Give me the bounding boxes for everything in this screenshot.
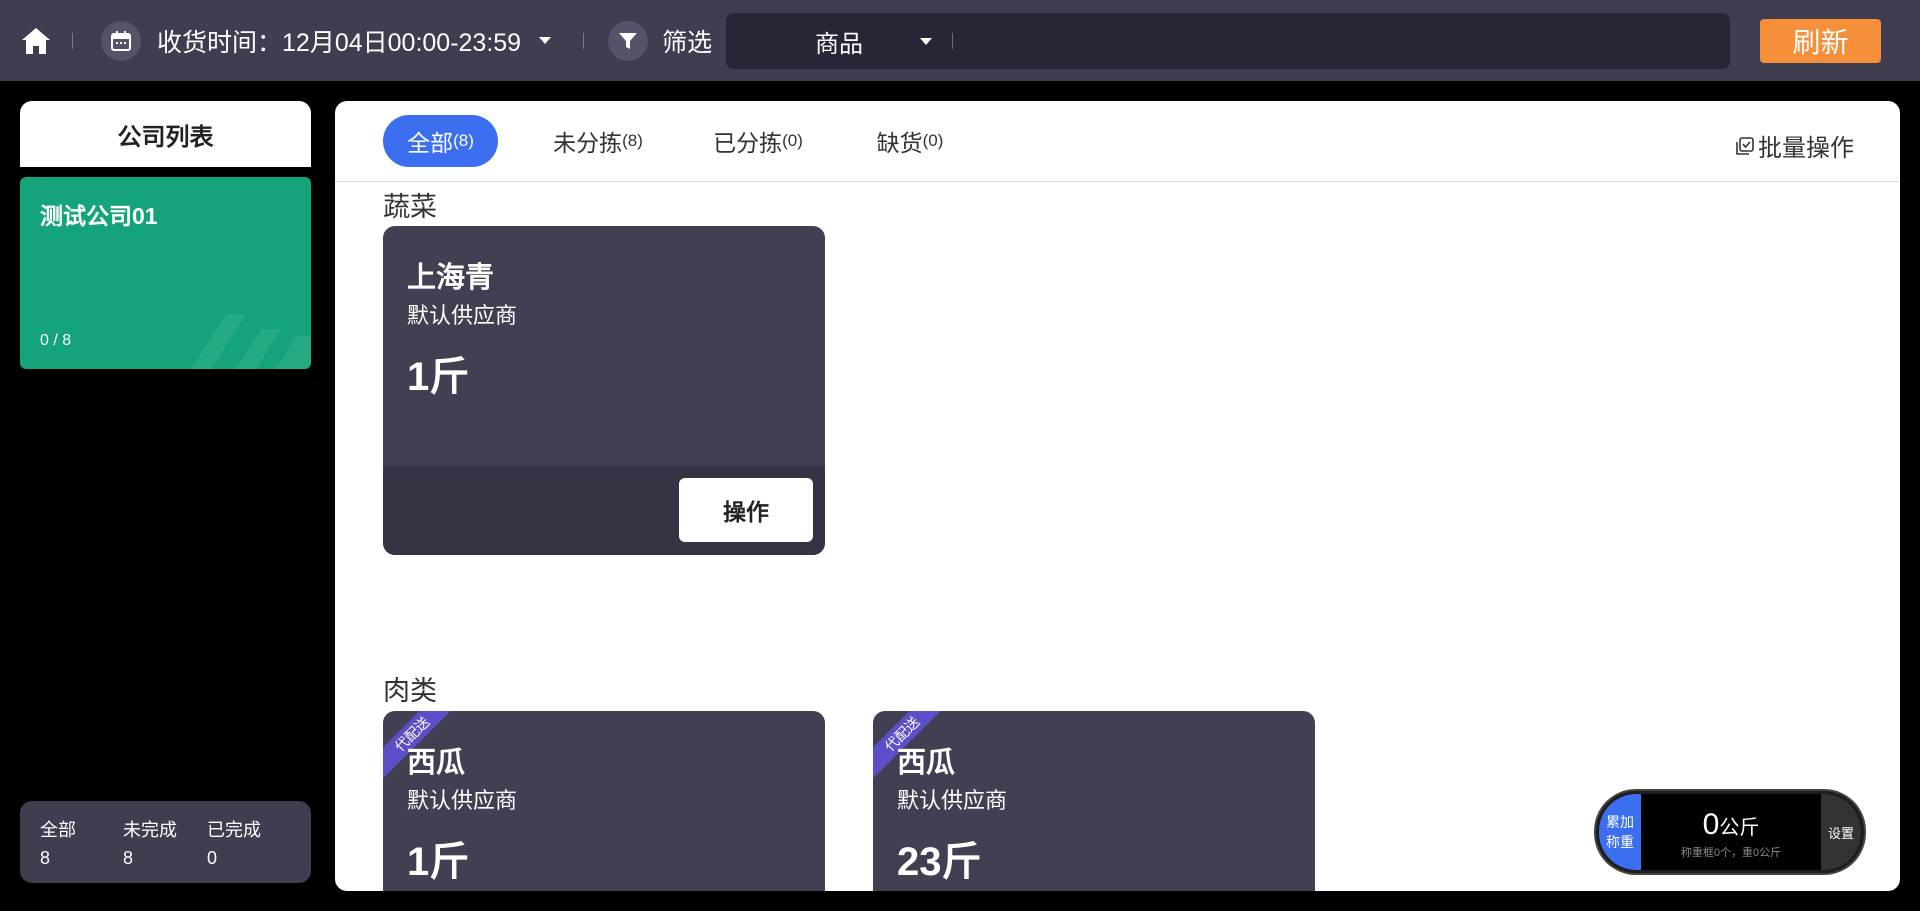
home-icon xyxy=(22,27,50,54)
watermark-icon xyxy=(191,314,311,369)
tab-all[interactable]: 全部 (8) xyxy=(383,115,498,167)
product-card[interactable]: 上海青 默认供应商 1斤 操作 xyxy=(383,226,825,555)
product-name: 西瓜 xyxy=(407,747,466,779)
operate-button[interactable]: 操作 xyxy=(679,478,813,542)
filter-icon xyxy=(608,20,649,61)
search-input[interactable] xyxy=(953,13,1730,69)
summary-all-value: 8 xyxy=(40,848,51,868)
product-card[interactable]: 代配送 西瓜 默认供应商 23斤 xyxy=(873,711,1315,891)
tab-count: (8) xyxy=(622,131,643,150)
product-card[interactable]: 代配送 西瓜 默认供应商 1斤 xyxy=(383,711,825,891)
card-footer: 操作 xyxy=(383,466,825,555)
product-name: 上海青 xyxy=(407,262,495,294)
product-supplier: 默认供应商 xyxy=(897,788,1008,813)
company-progress: 0 / 8 xyxy=(40,332,72,349)
summary-complete-label: 已完成 xyxy=(207,820,261,840)
cumulative-label-2: 称重 xyxy=(1606,834,1634,850)
scale-settings-button[interactable]: 设置 xyxy=(1821,794,1861,870)
main-panel: 全部 (8) 未分拣 (8) 已分拣 (0) 缺货 (0) 批量操作 蔬菜 上海青 默认… xyxy=(335,101,1900,891)
calendar-icon xyxy=(101,20,141,61)
chevron-down-icon xyxy=(920,38,932,45)
tab-sorted[interactable]: 已分拣 (0) xyxy=(693,115,823,167)
product-quantity: 1斤 xyxy=(407,840,470,884)
batch-operation-button[interactable]: 批量操作 xyxy=(1736,128,1854,163)
summary-incomplete: 未完成 8 xyxy=(123,816,177,872)
search-category-select[interactable]: 商品 xyxy=(726,13,952,69)
tab-unsorted[interactable]: 未分拣 (8) xyxy=(533,115,663,167)
search-bar: 商品 xyxy=(726,13,1730,69)
summary-panel: 全部 8 未完成 8 已完成 0 xyxy=(20,801,311,883)
tab-bar: 全部 (8) 未分拣 (8) 已分拣 (0) 缺货 (0) 批量操作 xyxy=(335,101,1900,182)
scale-widget: 累加 称重 0公斤 称重框0个，重0公斤 设置 xyxy=(1596,791,1864,873)
company-name: 测试公司01 xyxy=(40,203,158,229)
home-button[interactable] xyxy=(0,0,72,81)
divider xyxy=(72,32,73,49)
summary-complete: 已完成 0 xyxy=(207,816,261,872)
tab-out-of-stock[interactable]: 缺货 (0) xyxy=(855,115,965,167)
cumulative-weigh-button[interactable]: 累加 称重 xyxy=(1599,794,1641,870)
product-supplier: 默认供应商 xyxy=(407,788,518,813)
summary-all: 全部 8 xyxy=(40,816,76,872)
product-quantity: 23斤 xyxy=(897,840,982,884)
search-category-value: 商品 xyxy=(815,30,863,58)
batch-operation-label: 批量操作 xyxy=(1758,135,1854,162)
batch-icon xyxy=(1736,136,1754,155)
tab-count: (8) xyxy=(453,131,474,150)
filter-label: 筛选 xyxy=(662,28,713,57)
receive-time-selector[interactable]: 收货时间： 12月04日00:00-23:59 xyxy=(101,20,552,61)
summary-incomplete-value: 8 xyxy=(123,848,134,868)
cumulative-label-1: 累加 xyxy=(1606,814,1634,830)
tab-label: 全部 xyxy=(407,130,454,156)
summary-complete-value: 0 xyxy=(207,848,218,868)
company-card[interactable]: 测试公司01 0 / 8 xyxy=(20,177,311,369)
tab-count: (0) xyxy=(922,131,944,150)
receive-time-value: 12月04日00:00-23:59 xyxy=(282,28,522,57)
scale-value: 0 xyxy=(1702,808,1720,841)
tab-label: 缺货 xyxy=(876,130,923,156)
tab-label: 已分拣 xyxy=(713,130,783,156)
divider xyxy=(583,32,585,49)
scale-unit: 公斤 xyxy=(1719,817,1760,839)
product-supplier: 默认供应商 xyxy=(407,303,518,328)
product-quantity: 1斤 xyxy=(407,355,470,399)
product-name: 西瓜 xyxy=(897,747,956,779)
filter-button[interactable]: 筛选 xyxy=(608,20,713,61)
receive-time-label: 收货时间： xyxy=(157,28,283,57)
scale-subtext: 称重框0个，重0公斤 xyxy=(1680,847,1782,859)
refresh-button[interactable]: 刷新 xyxy=(1760,19,1881,63)
section-title-meat: 肉类 xyxy=(383,676,437,706)
summary-incomplete-label: 未完成 xyxy=(123,820,177,840)
tab-label: 未分拣 xyxy=(553,130,623,156)
summary-all-label: 全部 xyxy=(40,820,76,840)
scale-display: 0公斤 称重框0个，重0公斤 xyxy=(1641,794,1821,870)
tab-count: (0) xyxy=(782,131,803,150)
chevron-down-icon xyxy=(539,37,552,44)
company-list-title: 公司列表 xyxy=(20,101,311,167)
section-title-vegetables: 蔬菜 xyxy=(383,192,437,222)
